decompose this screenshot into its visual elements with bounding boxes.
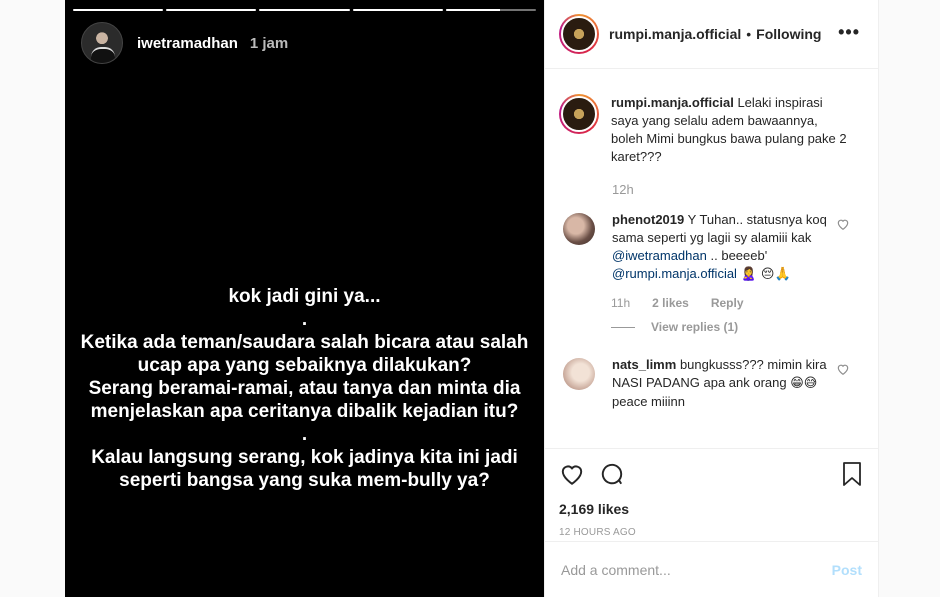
story-header: iwetramadhan 1 jam xyxy=(81,22,288,64)
more-options-icon[interactable]: ••• xyxy=(838,22,860,43)
progress-segment xyxy=(352,9,443,11)
view-replies-button[interactable]: View replies (1) xyxy=(611,320,878,334)
progress-segment xyxy=(166,9,257,11)
story-line: Ketika ada teman/saudara salah bicara at… xyxy=(80,332,529,353)
comment-body: beeeeb' xyxy=(721,248,768,263)
commenter-avatar[interactable] xyxy=(563,358,595,390)
comment-emojis: 🙎‍♀️ 😔🙏 xyxy=(740,267,791,282)
action-icons xyxy=(559,459,864,489)
comment-body: peace miiinn xyxy=(612,394,685,409)
story-line: ucap apa yang sebaiknya dilakukan? xyxy=(137,355,472,376)
caption-time[interactable]: 12h xyxy=(612,182,878,197)
caption-username[interactable]: rumpi.manja.official xyxy=(611,95,734,110)
comment-likes[interactable]: 2 likes xyxy=(652,296,689,310)
replies-line xyxy=(611,326,635,328)
post-caption: rumpi.manja.official Lelaki inspirasi sa… xyxy=(545,70,878,166)
following-button[interactable]: Following xyxy=(756,26,821,42)
view-replies-label: View replies (1) xyxy=(651,320,739,334)
caption-text: rumpi.manja.official Lelaki inspirasi sa… xyxy=(611,94,851,166)
mention-link[interactable]: @iwetramadhan xyxy=(612,248,707,263)
comment-text: nats_limm bungkusss??? mimin kira NASI P… xyxy=(612,356,832,411)
comment-input[interactable] xyxy=(561,561,832,578)
progress-segment xyxy=(445,9,537,11)
story-line: menjelaskan apa ceritanya dibalik kejadi… xyxy=(90,401,519,422)
caption-avatar[interactable] xyxy=(559,94,599,134)
story-line: Serang beramai-ramai, atau tanya dan min… xyxy=(88,378,521,399)
commenter-username[interactable]: phenot2019 xyxy=(612,212,684,227)
post-actions: 2,169 likes 12 HOURS AGO xyxy=(545,448,878,538)
comment-meta: 11h 2 likes Reply xyxy=(611,296,878,310)
story-avatar[interactable] xyxy=(81,22,123,64)
comment-like-icon[interactable] xyxy=(836,217,850,231)
comment-body: .. xyxy=(710,248,718,263)
progress-segment xyxy=(259,9,350,11)
comment-like-icon[interactable] xyxy=(836,362,850,376)
author-username[interactable]: rumpi.manja.official xyxy=(609,26,741,42)
post-panel: rumpi.manja.official • Following ••• rum… xyxy=(544,0,879,597)
post-header: rumpi.manja.official • Following ••• xyxy=(545,0,878,69)
reply-button[interactable]: Reply xyxy=(711,296,744,310)
post-timestamp: 12 HOURS AGO xyxy=(559,527,636,538)
likes-count[interactable]: 2,169 likes xyxy=(559,501,864,517)
story-line: . xyxy=(301,424,308,445)
commenter-username[interactable]: nats_limm xyxy=(612,357,676,372)
story-line: Kalau langsung serang, kok jadinya kita … xyxy=(91,447,518,468)
comment-time: 11h xyxy=(611,296,631,310)
comment-icon[interactable] xyxy=(599,461,625,487)
comment-text: phenot2019 Y Tuhan.. statusnya koq sama … xyxy=(612,211,832,284)
comments-list[interactable]: rumpi.manja.official Lelaki inspirasi sa… xyxy=(545,70,878,448)
story-time: 1 jam xyxy=(249,34,289,52)
mention-link[interactable]: @rumpi.manja.official xyxy=(612,266,737,281)
author-avatar[interactable] xyxy=(559,14,599,54)
story-line: . xyxy=(301,309,308,330)
comment-item: phenot2019 Y Tuhan.. statusnya koq sama … xyxy=(545,211,878,284)
comment-item: nats_limm bungkusss??? mimin kira NASI P… xyxy=(545,356,878,411)
post-button[interactable]: Post xyxy=(832,562,862,578)
story-line: kok jadi gini ya... xyxy=(228,286,381,307)
commenter-avatar[interactable] xyxy=(563,213,595,245)
story-viewer[interactable]: iwetramadhan 1 jam kok jadi gini ya... .… xyxy=(65,0,544,597)
progress-segment xyxy=(73,9,164,11)
story-line: seperti bangsa yang suka mem-bully ya? xyxy=(119,470,490,491)
story-username[interactable]: iwetramadhan xyxy=(137,35,238,52)
story-text: kok jadi gini ya... . Ketika ada teman/s… xyxy=(65,285,544,492)
add-comment-bar: Post xyxy=(545,541,878,597)
separator-dot: • xyxy=(746,26,752,42)
heart-icon[interactable] xyxy=(559,461,585,487)
comment-emojis: 😁😅 xyxy=(790,376,818,391)
story-progress-bar xyxy=(73,9,537,11)
bookmark-icon[interactable] xyxy=(840,461,864,487)
